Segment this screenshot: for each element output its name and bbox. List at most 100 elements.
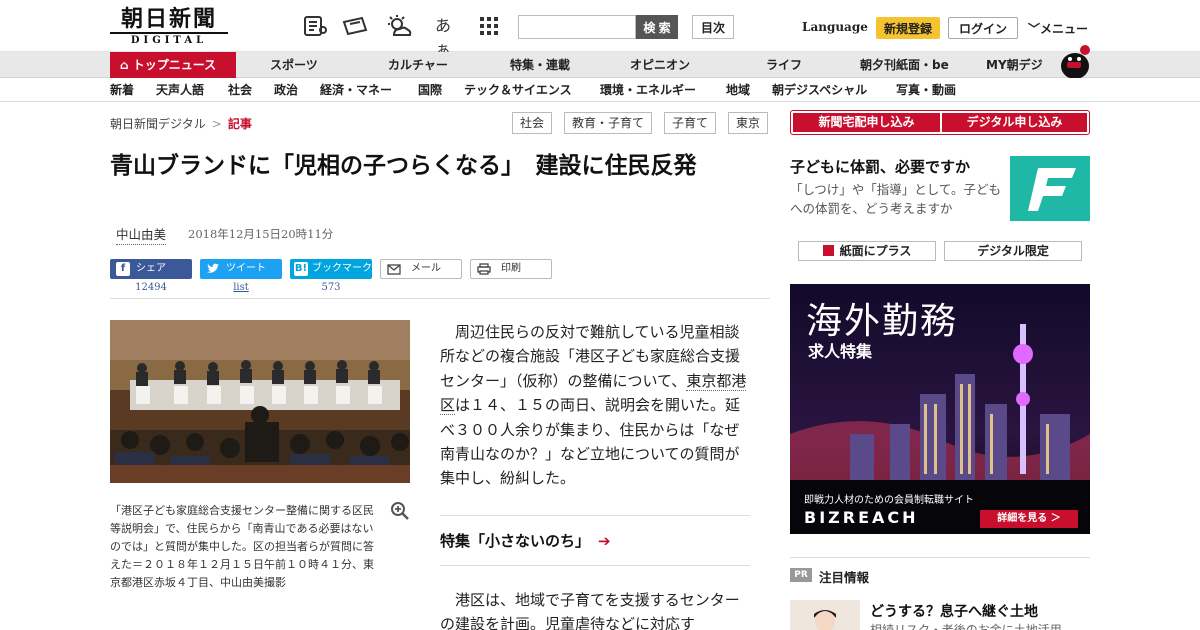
mail-share-button[interactable]: メール bbox=[380, 259, 462, 279]
feature-label: 特集「小さないのち」 bbox=[440, 532, 591, 550]
hatena-bookmark-button[interactable]: B! ブックマーク bbox=[290, 259, 372, 279]
twitter-share-count[interactable]: list bbox=[200, 282, 282, 293]
logo-main-text: 朝日新聞 bbox=[120, 6, 217, 32]
hatena-bookmark-label: ブックマーク bbox=[312, 263, 372, 274]
language-link[interactable]: Language bbox=[802, 20, 868, 34]
pr-section-title: 注目情報 bbox=[819, 570, 870, 585]
menu-label: メニュー bbox=[1040, 22, 1089, 36]
nav-tech[interactable]: テック＆サイエンス bbox=[464, 78, 572, 102]
font-size-icon[interactable]: あぁ bbox=[430, 14, 456, 59]
zoom-icon[interactable] bbox=[390, 501, 410, 521]
nav-society[interactable]: 社会 bbox=[228, 78, 252, 102]
advertisement-banner[interactable]: 海外勤務 求人特集 即戦力人材のための会員制転職サイト BIZREACH 詳細を… bbox=[790, 284, 1090, 534]
menu-button[interactable]: ﹀メニュー bbox=[1028, 20, 1088, 37]
register-button[interactable]: 新規登録 bbox=[876, 17, 940, 39]
home-icon: ⌂ bbox=[120, 58, 133, 72]
divider bbox=[440, 565, 750, 566]
divider bbox=[790, 557, 1090, 558]
nav-politics[interactable]: 政治 bbox=[274, 78, 298, 102]
subscribe-digital-button[interactable]: デジタル申し込み bbox=[942, 113, 1087, 132]
nav-photo[interactable]: 写真・動画 bbox=[896, 78, 956, 102]
nav-features[interactable]: 特集・連載 bbox=[510, 52, 570, 78]
ad-title: 海外勤務 bbox=[806, 301, 959, 342]
divider bbox=[110, 298, 770, 299]
facebook-share-label: シェア bbox=[136, 263, 166, 274]
breadcrumb-separator: > bbox=[211, 117, 222, 131]
tag-tokyo[interactable]: 東京 bbox=[728, 112, 769, 134]
main-nav: ⌂ トップニュース スポーツ カルチャー 特集・連載 オピニオン ライフ 朝夕刊… bbox=[0, 52, 1200, 78]
sub-nav: 新着 天声人語 社会 政治 経済・マネー 国際 テック＆サイエンス 環境・エネル… bbox=[0, 78, 1200, 102]
article-photo[interactable] bbox=[110, 320, 410, 483]
pr-badge: PR bbox=[790, 568, 812, 582]
print-label: 印刷 bbox=[501, 263, 521, 274]
nav-special[interactable]: 朝デジスペシャル bbox=[772, 78, 867, 102]
tag-education[interactable]: 教育・子育て bbox=[564, 112, 653, 134]
search-input[interactable] bbox=[518, 15, 636, 39]
print-button[interactable]: 印刷 bbox=[470, 259, 552, 279]
login-button[interactable]: ログイン bbox=[948, 17, 1018, 39]
ad-cta-button[interactable]: 詳細を見る ＞ bbox=[980, 510, 1078, 528]
mascot-icon[interactable] bbox=[1058, 44, 1092, 80]
ad-brand-logo: BIZREACH bbox=[804, 508, 919, 527]
nav-paper[interactable]: 朝夕刊紙面・be bbox=[860, 52, 949, 78]
newspaper-icon[interactable] bbox=[302, 14, 328, 38]
paper-plus-button[interactable]: 紙面にプラス bbox=[798, 241, 936, 261]
nav-tensei[interactable]: 天声人語 bbox=[156, 78, 204, 102]
nav-top-news[interactable]: ⌂ トップニュース bbox=[110, 52, 236, 78]
nav-top-news-label: トップニュース bbox=[132, 58, 217, 72]
article-author[interactable]: 中山由美 bbox=[116, 224, 167, 245]
child-abuse-link[interactable]: 児童虐待 bbox=[545, 615, 606, 630]
paragraph-1-text-b: は１４、１５の両日、説明会を開いた。延べ３００人余りが集まり、住民からは「なぜ南… bbox=[440, 396, 741, 488]
ad-subtitle: 求人特集 bbox=[808, 342, 873, 361]
nav-my-asahi[interactable]: MY朝デジ bbox=[986, 52, 1043, 78]
hatena-bookmark-count: 573 bbox=[321, 282, 341, 293]
arrow-right-icon: ➔ bbox=[598, 532, 611, 550]
facebook-icon: f bbox=[116, 262, 130, 276]
feature-link[interactable]: 特集「小さないのち」 ➔ bbox=[440, 530, 611, 551]
grid-menu-icon[interactable] bbox=[476, 14, 502, 38]
toc-button[interactable]: 目次 bbox=[692, 15, 734, 39]
breadcrumb: 朝日新聞デジタル > 記事 bbox=[110, 115, 252, 132]
pr-description: 相続リスク・老後のお金に土地活用 bbox=[870, 623, 1062, 630]
paragraph-2-text-b: などに対応す bbox=[605, 615, 696, 630]
tag-childcare[interactable]: 子育て bbox=[664, 112, 717, 134]
pr-thumbnail[interactable] bbox=[790, 600, 860, 630]
twitter-icon bbox=[206, 262, 220, 276]
nav-life[interactable]: ライフ bbox=[766, 52, 802, 78]
breadcrumb-home[interactable]: 朝日新聞デジタル bbox=[110, 117, 206, 131]
subscribe-paper-button[interactable]: 新聞宅配申し込み bbox=[793, 113, 940, 132]
paper-plus-label: 紙面にプラス bbox=[839, 244, 912, 258]
nav-environment[interactable]: 環境・エネルギー bbox=[600, 78, 696, 102]
hatena-icon: B! bbox=[294, 262, 308, 276]
weather-icon[interactable] bbox=[386, 14, 412, 38]
site-logo[interactable]: 朝日新聞 DIGITAL bbox=[110, 6, 228, 46]
paper-plus-icon bbox=[822, 245, 834, 256]
breadcrumb-current: 記事 bbox=[227, 117, 252, 131]
nav-latest[interactable]: 新着 bbox=[110, 78, 134, 102]
nav-culture[interactable]: カルチャー bbox=[388, 52, 448, 78]
nav-economy[interactable]: 経済・マネー bbox=[320, 78, 392, 102]
nav-opinion[interactable]: オピニオン bbox=[630, 52, 690, 78]
pr-headline[interactable]: どうする？息子へ継ぐ土地 bbox=[870, 601, 1038, 621]
mail-share-label: メール bbox=[411, 263, 441, 274]
article-paragraph-2: 港区は、地域で子育てを支援するセンターの建設を計画。児童虐待などに対応す bbox=[440, 588, 752, 630]
article-title: 青山ブランドに「児相の子つらくなる」 建設に住民反発 bbox=[110, 153, 697, 179]
ticket-icon[interactable] bbox=[342, 14, 368, 38]
search-button[interactable]: 検 索 bbox=[636, 15, 678, 39]
logo-sub-text: DIGITAL bbox=[110, 32, 228, 46]
twitter-share-button[interactable]: ツイート bbox=[200, 259, 282, 279]
facebook-share-button[interactable]: f シェア bbox=[110, 259, 192, 279]
nav-region[interactable]: 地域 bbox=[726, 78, 750, 102]
digital-limited-button[interactable]: デジタル限定 bbox=[944, 241, 1082, 261]
chevron-down-icon: ﹀ bbox=[1028, 22, 1041, 36]
promo-title[interactable]: 子どもに体罰、必要ですか bbox=[790, 156, 970, 177]
divider bbox=[440, 515, 750, 516]
nav-international[interactable]: 国際 bbox=[418, 78, 442, 102]
facebook-share-count: 12494 bbox=[135, 282, 167, 293]
ad-tagline: 即戦力人材のための会員制転職サイト bbox=[804, 495, 974, 506]
print-icon bbox=[477, 263, 491, 275]
tag-society[interactable]: 社会 bbox=[512, 112, 553, 134]
nav-sports[interactable]: スポーツ bbox=[270, 52, 318, 78]
subscribe-box: 新聞宅配申し込み デジタル申し込み bbox=[790, 110, 1090, 135]
promo-logo-icon[interactable] bbox=[1010, 156, 1090, 221]
